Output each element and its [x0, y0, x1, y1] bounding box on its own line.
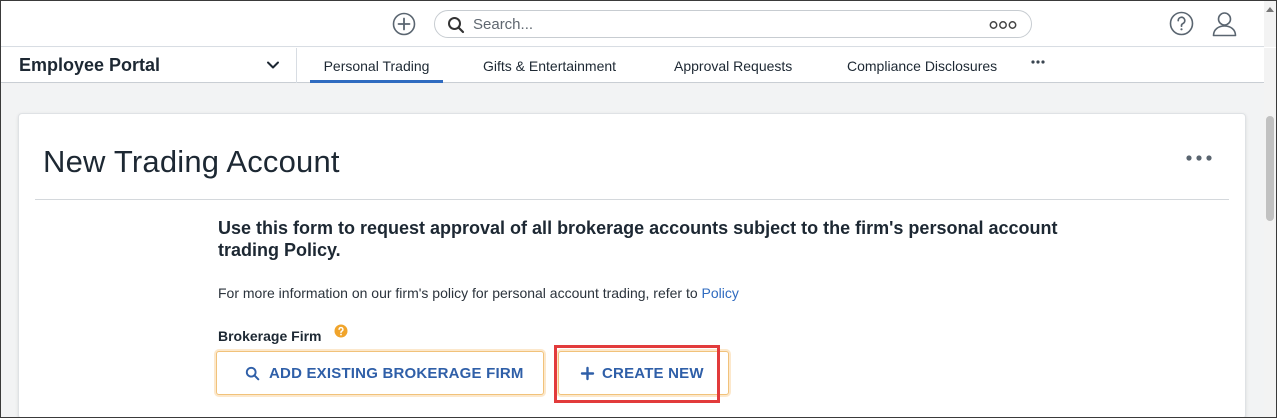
tab-approval-requests[interactable]: Approval Requests: [674, 48, 792, 83]
user-icon[interactable]: [1211, 10, 1238, 37]
vertical-scrollbar[interactable]: [1264, 48, 1276, 417]
scroll-up-arrow-icon[interactable]: [1266, 7, 1274, 12]
search-bar[interactable]: [434, 10, 1032, 38]
plus-circle-icon[interactable]: [392, 12, 416, 36]
page-title: New Trading Account: [43, 144, 340, 179]
tab-gifts-entertainment[interactable]: Gifts & Entertainment: [483, 48, 616, 83]
tab-label: Approval Requests: [674, 58, 793, 74]
policy-info-prefix: For more information on our firm's polic…: [218, 285, 702, 301]
plus-icon: [580, 366, 595, 381]
add-existing-brokerage-firm-button[interactable]: ADD EXISTING BROKERAGE FIRM: [216, 351, 544, 395]
question-badge-icon[interactable]: [334, 324, 348, 338]
tab-compliance-disclosures[interactable]: Compliance Disclosures: [847, 48, 997, 83]
tab-label: Compliance Disclosures: [847, 58, 998, 74]
tab-personal-trading[interactable]: Personal Trading: [310, 48, 443, 83]
top-bar: [1, 1, 1276, 47]
portal-selector[interactable]: Employee Portal: [1, 48, 297, 83]
chevron-down-icon: [267, 61, 279, 69]
scrollbar-thumb[interactable]: [1266, 116, 1274, 221]
search-icon: [448, 17, 465, 34]
tab-label: Gifts & Entertainment: [483, 58, 617, 74]
nav-bar: Employee Portal Personal Trading Gifts &…: [1, 48, 1264, 83]
form-intro-text: Use this form to request approval of all…: [218, 218, 1058, 260]
tab-label: Personal Trading: [323, 58, 430, 74]
search-input[interactable]: [473, 14, 973, 35]
ellipsis-icon[interactable]: [1031, 59, 1045, 65]
app-window: Employee Portal Personal Trading Gifts &…: [0, 0, 1277, 418]
search-icon: [245, 366, 260, 381]
create-new-button[interactable]: CREATE NEW: [558, 351, 729, 395]
policy-link[interactable]: Policy: [702, 285, 739, 301]
portal-name: Employee Portal: [19, 55, 161, 75]
search-options-icon[interactable]: [989, 19, 1017, 31]
more-options-icon[interactable]: [1185, 154, 1213, 162]
brokerage-firm-label: Brokerage Firm: [218, 328, 322, 344]
divider: [35, 199, 1229, 200]
button-label: CREATE NEW: [602, 365, 704, 382]
question-circle-icon[interactable]: [1169, 11, 1194, 36]
policy-info-text: For more information on our firm's polic…: [218, 285, 739, 301]
scrollbar-top[interactable]: [1264, 1, 1276, 47]
button-label: ADD EXISTING BROKERAGE FIRM: [269, 365, 524, 382]
